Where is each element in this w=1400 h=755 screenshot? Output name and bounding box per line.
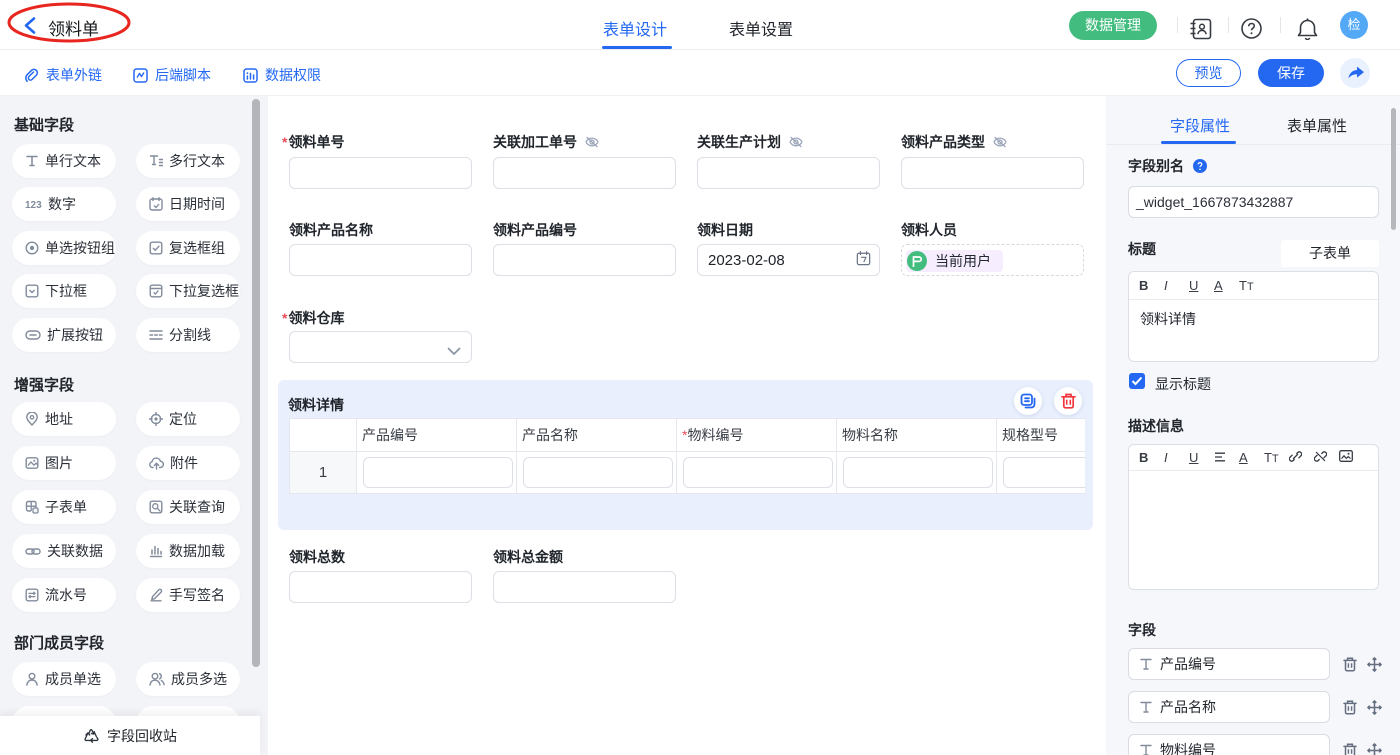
svg-text:123: 123 <box>25 200 42 210</box>
